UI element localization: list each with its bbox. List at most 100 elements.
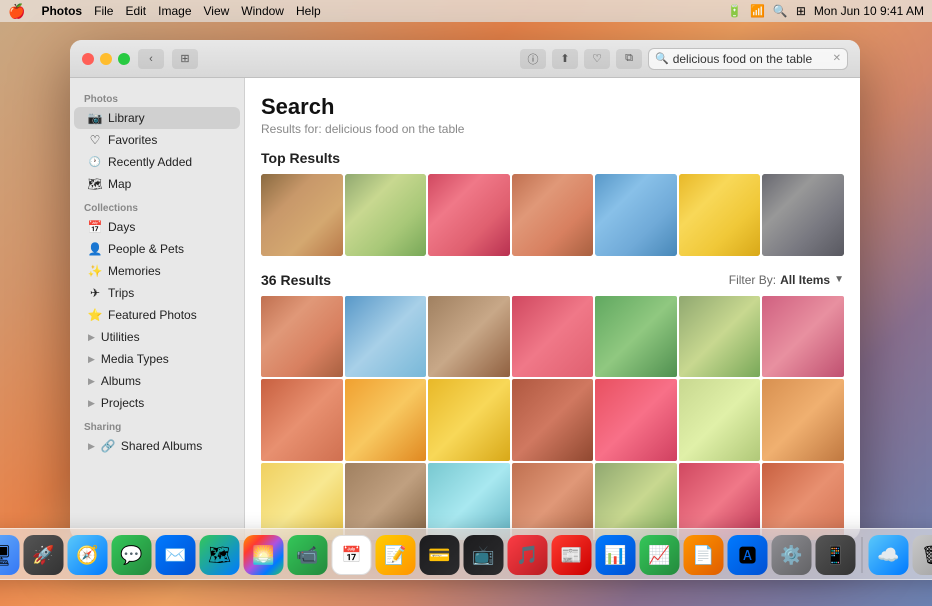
apple-menu-icon[interactable]: 🍎 — [8, 3, 25, 20]
dock-notes[interactable]: 📝 — [376, 535, 416, 575]
clock: Mon Jun 10 9:41 AM — [814, 4, 924, 18]
top-photo-3[interactable] — [428, 174, 510, 256]
sidebar-utilities-label: Utilities — [101, 330, 140, 344]
dock-trash[interactable]: 🗑 — [913, 535, 932, 575]
appletv-icon: 📺 — [472, 545, 494, 566]
edit-button[interactable]: ⧉ — [616, 49, 642, 69]
dock-messages[interactable]: 💬 — [112, 535, 152, 575]
result-photo-5[interactable] — [595, 296, 677, 378]
fullscreen-button[interactable] — [118, 53, 130, 65]
dock-numbers[interactable]: 📈 — [640, 535, 680, 575]
results-grid — [261, 296, 844, 540]
sidebar-item-memories[interactable]: ✨ Memories — [74, 260, 240, 282]
result-photo-2[interactable] — [345, 296, 427, 378]
sidebar-item-people[interactable]: 👤 People & Pets — [74, 238, 240, 260]
sidebar-recently-added-label: Recently Added — [108, 155, 192, 169]
sidebar-item-shared-albums[interactable]: ▶ 🔗 Shared Albums — [74, 435, 240, 457]
sidebar-item-mediatypes[interactable]: ▶ Media Types — [74, 348, 240, 370]
featured-icon: ⭐ — [88, 308, 102, 322]
dock-wallet[interactable]: 💳 — [420, 535, 460, 575]
top-photo-5[interactable] — [595, 174, 677, 256]
photos-icon: 🌅 — [252, 545, 274, 566]
app-name-menu[interactable]: Photos — [41, 4, 82, 18]
top-photo-1[interactable] — [261, 174, 343, 256]
facetime-icon: 📹 — [296, 545, 318, 566]
dock-keynote[interactable]: 📊 — [596, 535, 636, 575]
sidebar-item-map[interactable]: 🗺 Map — [74, 173, 240, 195]
sidebar-item-recently-added[interactable]: 🕐 Recently Added — [74, 151, 240, 173]
dock-maps[interactable]: 🗺 — [200, 535, 240, 575]
utilities-arrow-icon: ▶ — [88, 332, 95, 343]
dock-appstore[interactable]: 🅰 — [728, 535, 768, 575]
search-input[interactable] — [673, 52, 829, 66]
help-menu[interactable]: Help — [296, 4, 321, 18]
titlebar: ‹ ⊞ ⓘ ⬆ ♡ ⧉ 🔍 ✕ — [70, 40, 860, 78]
favorite-button[interactable]: ♡ — [584, 49, 610, 69]
dock-finder[interactable]: 🖥 — [0, 535, 20, 575]
close-button[interactable] — [82, 53, 94, 65]
search-bar[interactable]: 🔍 ✕ — [648, 48, 848, 70]
photos-window: ‹ ⊞ ⓘ ⬆ ♡ ⧉ 🔍 ✕ Photos 📷 — [70, 40, 860, 540]
minimize-button[interactable] — [100, 53, 112, 65]
sidebar-item-featured[interactable]: ⭐ Featured Photos — [74, 304, 240, 326]
dock-facetime[interactable]: 📹 — [288, 535, 328, 575]
top-photo-4[interactable] — [512, 174, 594, 256]
settings-icon: ⚙️ — [780, 545, 802, 566]
window-menu[interactable]: Window — [241, 4, 284, 18]
result-photo-3[interactable] — [428, 296, 510, 378]
result-photo-9[interactable] — [345, 379, 427, 461]
sidebar-item-trips[interactable]: ✈ Trips — [74, 282, 240, 304]
dock-appletv[interactable]: 📺 — [464, 535, 504, 575]
dock-mail[interactable]: ✉️ — [156, 535, 196, 575]
top-photo-7[interactable] — [762, 174, 844, 256]
sidebar-item-albums[interactable]: ▶ Albums — [74, 370, 240, 392]
sharing-section-label: Sharing — [70, 414, 244, 435]
dock-photos[interactable]: 🌅 — [244, 535, 284, 575]
file-menu[interactable]: File — [94, 4, 113, 18]
dock-pages[interactable]: 📄 — [684, 535, 724, 575]
result-photo-7[interactable] — [762, 296, 844, 378]
result-photo-8[interactable] — [261, 379, 343, 461]
filter-chevron-icon[interactable]: ▼ — [834, 274, 844, 285]
edit-menu[interactable]: Edit — [125, 4, 146, 18]
top-results-header: Top Results — [261, 150, 844, 166]
dock-news[interactable]: 📰 — [552, 535, 592, 575]
sidebar-days-label: Days — [108, 220, 135, 234]
info-button[interactable]: ⓘ — [520, 49, 546, 69]
sidebar-item-library[interactable]: 📷 Library — [74, 107, 240, 129]
sidebar-projects-label: Projects — [101, 396, 144, 410]
dock-launchpad[interactable]: 🚀 — [24, 535, 64, 575]
view-menu[interactable]: View — [204, 4, 230, 18]
clear-search-icon[interactable]: ✕ — [833, 53, 841, 64]
result-photo-12[interactable] — [595, 379, 677, 461]
sidebar-item-projects[interactable]: ▶ Projects — [74, 392, 240, 414]
result-photo-6[interactable] — [679, 296, 761, 378]
back-button[interactable]: ‹ — [138, 49, 164, 69]
filter-by-container[interactable]: Filter By: All Items ▼ — [729, 273, 844, 287]
dock-settings[interactable]: ⚙️ — [772, 535, 812, 575]
appstore-icon: 🅰 — [739, 542, 757, 568]
top-photo-2[interactable] — [345, 174, 427, 256]
share-button[interactable]: ⬆ — [552, 49, 578, 69]
search-menubar-icon[interactable]: 🔍 — [773, 4, 788, 18]
dock-calendar[interactable]: 📅 — [332, 535, 372, 575]
result-photo-1[interactable] — [261, 296, 343, 378]
control-center-icon[interactable]: ⊞ — [796, 4, 806, 18]
result-photo-10[interactable] — [428, 379, 510, 461]
top-photo-6[interactable] — [679, 174, 761, 256]
projects-arrow-icon: ▶ — [88, 398, 95, 409]
dock-music[interactable]: 🎵 — [508, 535, 548, 575]
result-photo-4[interactable] — [512, 296, 594, 378]
sidebar-item-utilities[interactable]: ▶ Utilities — [74, 326, 240, 348]
result-photo-13[interactable] — [679, 379, 761, 461]
result-photo-14[interactable] — [762, 379, 844, 461]
sidebar: Photos 📷 Library ♡ Favorites 🕐 Recently … — [70, 78, 245, 540]
result-photo-11[interactable] — [512, 379, 594, 461]
image-menu[interactable]: Image — [158, 4, 191, 18]
dock-safari[interactable]: 🧭 — [68, 535, 108, 575]
dock-icloud[interactable]: ☁️ — [869, 535, 909, 575]
sidebar-item-favorites[interactable]: ♡ Favorites — [74, 129, 240, 151]
dock-iphone-mirror[interactable]: 📱 — [816, 535, 856, 575]
sidebar-item-days[interactable]: 📅 Days — [74, 216, 240, 238]
grid-view-button[interactable]: ⊞ — [172, 49, 198, 69]
